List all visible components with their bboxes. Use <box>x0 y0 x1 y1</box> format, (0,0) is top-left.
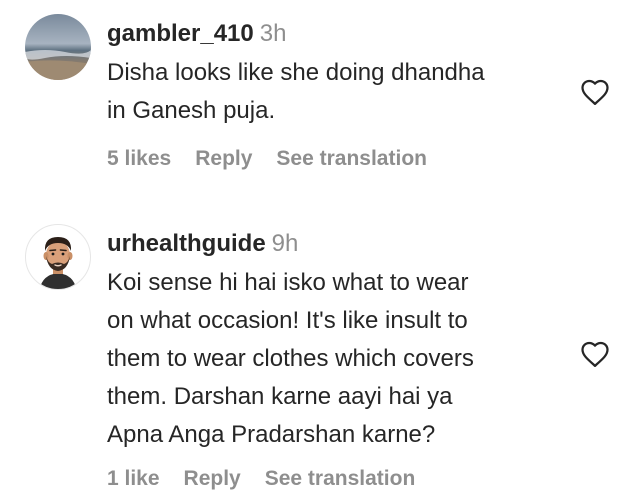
comment-meta: 1 like Reply See translation <box>107 467 439 491</box>
comment-1: gambler_410 3h Disha looks like she doing… <box>0 0 640 200</box>
comment-text-line: Disha looks like she doing dhandha <box>107 59 485 86</box>
comment-text-line: Koi sense hi hai isko what to wear <box>107 269 469 296</box>
comment-text-line: Apna Anga Pradarshan karne? <box>107 421 436 448</box>
likes-count[interactable]: 5 likes <box>107 147 171 170</box>
comment-header: urhealthguide 9h <box>107 228 557 260</box>
beach-photo-avatar <box>25 14 91 80</box>
user-avatar[interactable] <box>25 224 91 290</box>
comment-2: urhealthguide 9h Koi sense hi hai isko wh… <box>0 220 640 504</box>
user-avatar[interactable] <box>25 14 91 80</box>
username[interactable]: urhealthguide <box>107 230 266 257</box>
comment-text-line: on what occasion! It's like insult to <box>107 307 468 334</box>
timestamp[interactable]: 3h <box>260 20 287 47</box>
username[interactable]: gambler_410 <box>107 20 254 47</box>
likes-count[interactable]: 1 like <box>107 467 160 490</box>
heart-outline-icon[interactable] <box>580 78 610 106</box>
heart-outline-icon[interactable] <box>580 340 610 368</box>
timestamp[interactable]: 9h <box>272 230 299 257</box>
reply-button[interactable]: Reply <box>184 467 241 490</box>
comment-text: Disha looks like she doing dhandha in Ga… <box>107 54 557 130</box>
comment-meta: 5 likes Reply See translation <box>107 147 451 171</box>
reply-button[interactable]: Reply <box>195 147 252 170</box>
see-translation-button[interactable]: See translation <box>276 147 427 170</box>
comment-text-line: them to wear clothes which covers <box>107 345 474 372</box>
bearded-man-cartoon-avatar <box>40 237 76 289</box>
comment-header: gambler_410 3h <box>107 18 557 50</box>
comment-text-line: them. Darshan karne aayi hai ya <box>107 383 453 410</box>
see-translation-button[interactable]: See translation <box>265 467 416 490</box>
comment-text-line: in Ganesh puja. <box>107 97 276 124</box>
comment-text: Koi sense hi hai isko what to wear on wh… <box>107 264 557 454</box>
